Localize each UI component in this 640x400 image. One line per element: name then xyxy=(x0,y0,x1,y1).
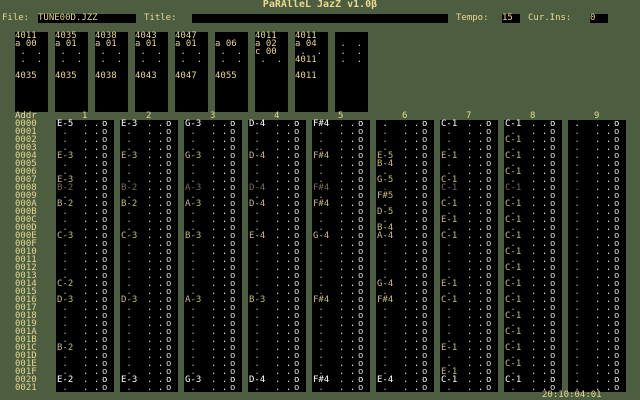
order-entry: . . xyxy=(135,55,163,65)
volume-cell: o xyxy=(486,383,492,393)
file-field[interactable]: TUNE00D.JZZ xyxy=(38,14,136,23)
order-entry: 4047 xyxy=(175,71,197,81)
note-cell: . xyxy=(441,383,458,393)
instrument-cell: . . xyxy=(83,383,100,393)
order-entry: . . xyxy=(15,55,43,65)
pattern-row[interactable]: . . .o xyxy=(312,383,370,393)
instrument-cell: . . xyxy=(275,383,292,393)
note-cell: . xyxy=(249,383,266,393)
order-column[interactable]: a 06 . . . . 4055 xyxy=(215,32,248,112)
note-cell: . xyxy=(377,383,394,393)
order-entry: . . xyxy=(335,55,363,65)
pattern-row[interactable]: . . .o xyxy=(184,383,242,393)
order-column[interactable]: 4011 a 02 c 00 . . xyxy=(255,32,288,112)
pattern-row[interactable]: . . .o xyxy=(440,383,498,393)
pattern-row[interactable]: . . .o xyxy=(376,383,434,393)
pattern-row[interactable]: . . .o xyxy=(248,383,306,393)
volume-cell: o xyxy=(358,383,364,393)
order-entry: 4011 xyxy=(295,71,317,81)
pattern-row[interactable]: . . .o xyxy=(120,383,178,393)
order-entry: 4038 xyxy=(95,71,117,81)
channel-column[interactable]: C-1. .o . . . o C-1. .o . . . o C-1. .o . . … xyxy=(504,120,562,393)
order-entry: 4055 xyxy=(215,71,237,81)
file-label: File: xyxy=(2,13,30,23)
current-instrument-label: Cur.Ins: xyxy=(528,13,572,23)
pattern-row[interactable]: . . .o xyxy=(56,383,114,393)
order-column[interactable]: 4038 a 01 . . . . 4038 xyxy=(95,32,128,112)
volume-cell: o xyxy=(614,383,620,393)
volume-cell: o xyxy=(166,383,172,393)
order-entry: 4011 xyxy=(295,55,317,65)
current-instrument-field[interactable]: 0 xyxy=(590,14,608,23)
title-label: Title: xyxy=(144,13,177,23)
address-cell: 0021 xyxy=(15,383,37,393)
instrument-cell: . . xyxy=(211,383,228,393)
instrument-cell: . . xyxy=(147,383,164,393)
instrument-cell: . . xyxy=(467,383,484,393)
note-cell: . xyxy=(121,383,138,393)
order-entry: . . xyxy=(175,55,203,65)
order-column[interactable]: . . . . . . xyxy=(335,32,368,112)
note-cell: . xyxy=(505,383,522,393)
instrument-cell: . . xyxy=(403,383,420,393)
order-entry: 4035 xyxy=(15,71,37,81)
note-cell: . xyxy=(185,383,202,393)
order-entry: 4035 xyxy=(55,71,77,81)
channel-column[interactable]: E-3. .o . . .o . . .o . . . o E-3. .o . . … xyxy=(120,120,178,393)
tempo-label: Tempo: xyxy=(456,13,489,23)
address-column: 0000 0001 0002 0003 0004 0005 0006 0007 0008 0009… xyxy=(15,120,55,393)
channel-column[interactable]: F#4. .o . . .o . . .o . . . o F#4. .o . . … xyxy=(312,120,370,393)
instrument-cell: . . xyxy=(339,383,356,393)
channel-column[interactable]: D-4. .o . . .o . . .o . . . o D-4. .o . . … xyxy=(248,120,306,393)
clock: 20:10:04:01 xyxy=(542,390,602,400)
channel-column[interactable]: G-3. .o . . .o . . .o . . . o G-3. .o . . … xyxy=(184,120,242,393)
order-column[interactable]: 4035 a 01 . . . . 4035 xyxy=(55,32,88,112)
title-field[interactable] xyxy=(192,14,448,23)
channel-column[interactable]: E-5. .o . . .o . . .o . . . o E-3. .o . . … xyxy=(56,120,114,393)
channel-column[interactable]: C-1. .o . . .o . . .o . . . o E-1. .o . . … xyxy=(440,120,498,393)
order-entry: 4043 xyxy=(135,71,157,81)
channel-column[interactable]: . . .o . . .o . . .o . . . o E-5. . o B-4. .… xyxy=(376,120,434,393)
order-entry: . . xyxy=(95,55,123,65)
app-title: PaRAlleL JazZ v1.0β xyxy=(262,0,378,10)
note-cell: . xyxy=(313,383,330,393)
order-column[interactable]: 4043 a 01 . . . . 4043 xyxy=(135,32,168,112)
note-cell: . xyxy=(57,383,74,393)
volume-cell: o xyxy=(230,383,236,393)
order-column[interactable]: 4047 a 01 . . . . 4047 xyxy=(175,32,208,112)
volume-cell: o xyxy=(102,383,108,393)
order-entry: . . xyxy=(255,55,283,65)
channel-column[interactable]: . . .o . . .o . . .o . . .o . . .o . . .… xyxy=(568,120,626,393)
tempo-field[interactable]: 15 xyxy=(502,14,520,23)
order-column[interactable]: 4011 a 04 . . 4011 4011 xyxy=(295,32,328,112)
order-column[interactable]: 4011 a 00 . . . . 4035 xyxy=(15,32,48,112)
order-entry: . . xyxy=(215,55,243,65)
volume-cell: o xyxy=(422,383,428,393)
volume-cell: o xyxy=(294,383,300,393)
order-entry: . . xyxy=(55,55,83,65)
